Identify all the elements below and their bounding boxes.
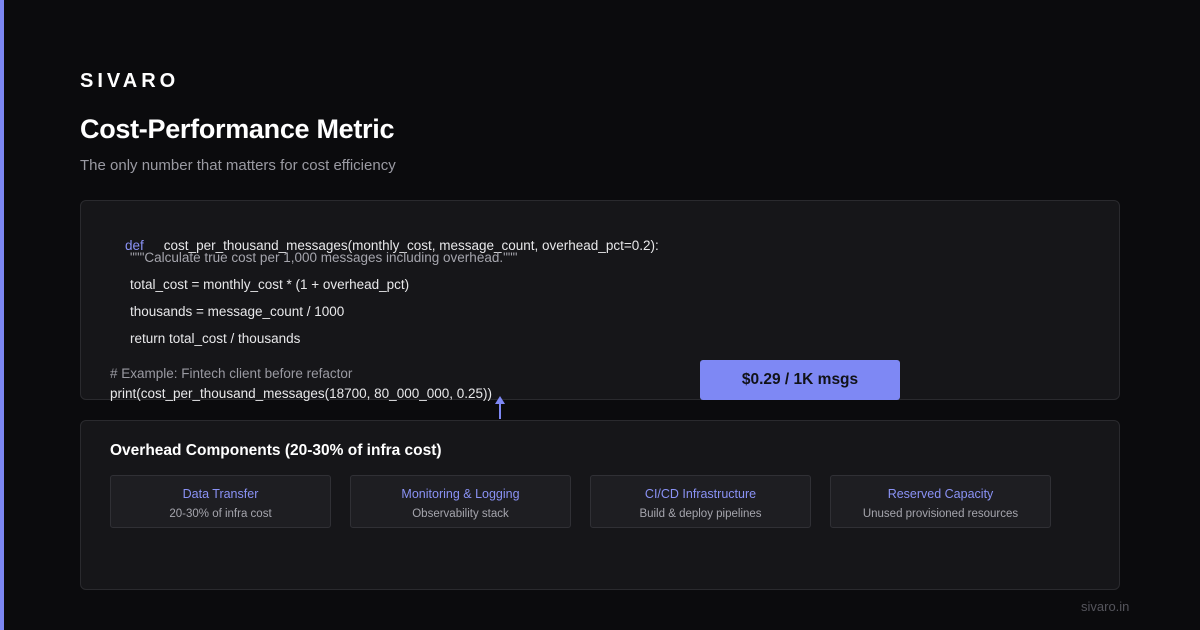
page-subtitle: The only number that matters for cost ef… [80,157,396,174]
brand-logo: SIVARO [80,70,180,92]
accent-bar [0,0,4,630]
code-line-print: print(cost_per_thousand_messages(18700, … [110,386,493,401]
result-badge: $0.29 / 1K msgs [700,360,900,400]
code-comment: # Example: Fintech client before refacto… [110,366,353,381]
card-title: Reserved Capacity [887,487,994,501]
overhead-title: Overhead Components (20-30% of infra cos… [110,442,442,459]
overhead-panel: Overhead Components (20-30% of infra cos… [80,420,1120,590]
arrow-up-icon [495,396,505,404]
card-desc: Build & deploy pipelines [639,508,762,520]
arrow-connector [499,402,501,419]
card-title: CI/CD Infrastructure [644,487,757,501]
overhead-card-data-transfer: Data Transfer 20-30% of infra cost [110,475,331,528]
card-title: Data Transfer [182,487,259,501]
overhead-card-reserved: Reserved Capacity Unused provisioned res… [830,475,1051,528]
overhead-card-cicd: CI/CD Infrastructure Build & deploy pipe… [590,475,811,528]
card-title: Monitoring & Logging [401,487,520,501]
code-line-return: return total_cost / thousands [130,331,301,346]
overhead-card-monitoring: Monitoring & Logging Observability stack [350,475,571,528]
card-desc: Unused provisioned resources [862,508,1019,520]
card-desc: Observability stack [412,508,509,520]
code-line-docstring: """Calculate true cost per 1,000 message… [130,250,518,265]
footer-url: sivaro.in [1081,599,1130,614]
code-line-total: total_cost = monthly_cost * (1 + overhea… [130,277,410,292]
code-line-thousands: thousands = message_count / 1000 [130,304,345,319]
code-panel: def cost_per_thousand_messages(monthly_co… [80,200,1120,401]
card-desc: 20-30% of infra cost [169,508,272,520]
page-title: Cost-Performance Metric [80,114,395,144]
